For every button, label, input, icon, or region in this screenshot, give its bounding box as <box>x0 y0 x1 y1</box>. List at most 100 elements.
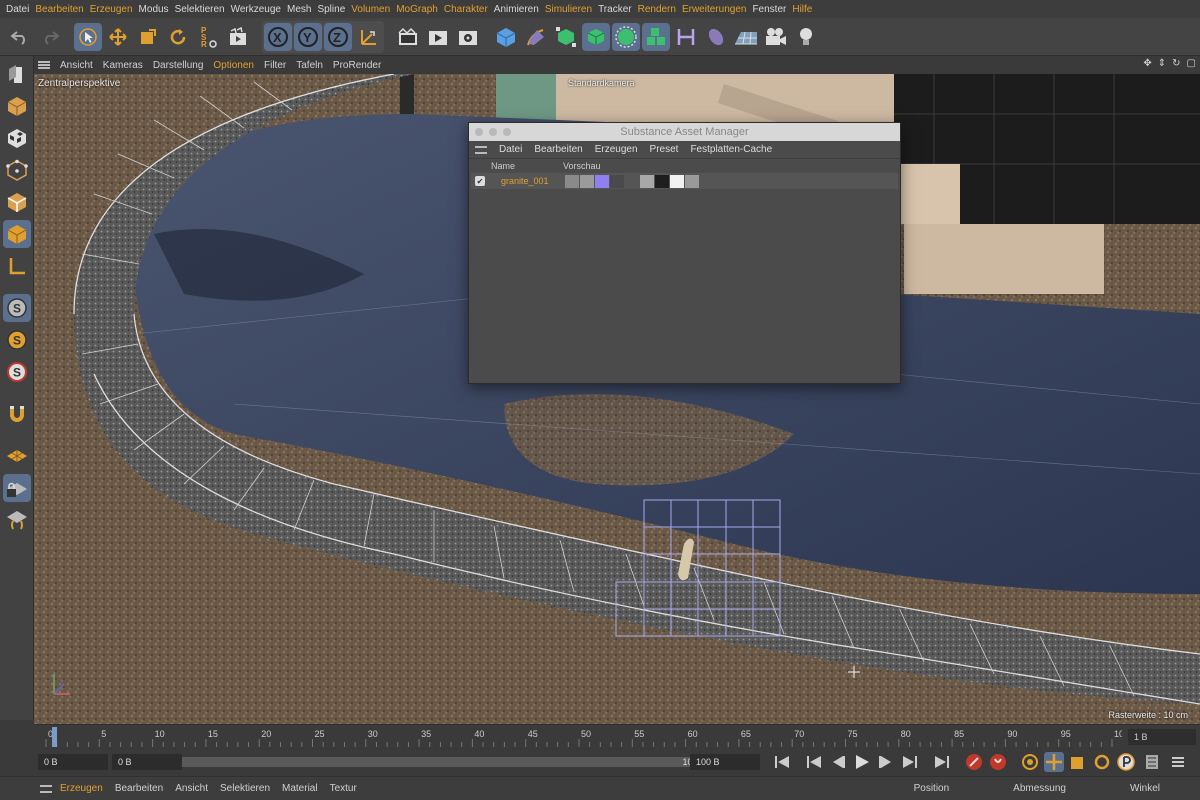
polygon-mode-icon[interactable] <box>2 220 31 248</box>
menu-mesh[interactable]: Mesh <box>287 4 317 15</box>
key-scale-icon[interactable] <box>1068 752 1088 772</box>
magnet-icon[interactable] <box>3 400 31 428</box>
quantize-icon[interactable]: S <box>3 358 31 386</box>
move-view-icon[interactable]: ⇕ <box>1158 58 1166 69</box>
preview-swatch[interactable] <box>565 174 579 188</box>
toggle-layout-icon[interactable]: ▢ <box>1187 58 1196 69</box>
undo-icon[interactable] <box>6 23 34 51</box>
preview-swatch[interactable] <box>595 174 609 188</box>
dialog-menu-erzeugen[interactable]: Erzeugen <box>595 144 638 155</box>
uv-mode-icon[interactable] <box>3 252 31 280</box>
extrude-icon[interactable] <box>582 22 610 51</box>
menu-hilfe[interactable]: Hilfe <box>792 4 818 15</box>
next-frame-icon[interactable] <box>876 752 896 772</box>
timeline-ruler[interactable]: 0 5 10 15 20 25 30 35 40 45 50 55 60 65 70 75 80 85 90 95 10… <box>42 727 1122 747</box>
menu-rendern[interactable]: Rendern <box>638 4 682 15</box>
material-menu-erzeugen[interactable]: Erzeugen <box>60 783 103 794</box>
preview-swatch[interactable] <box>610 174 624 188</box>
previous-key-icon[interactable] <box>804 752 824 772</box>
dialog-hamburger-icon[interactable] <box>475 145 487 154</box>
asset-enabled-checkbox[interactable]: ✔ <box>475 176 485 186</box>
menu-charakter[interactable]: Charakter <box>444 4 494 15</box>
material-menu-textur[interactable]: Textur <box>330 783 357 794</box>
cloner-icon[interactable] <box>612 22 640 51</box>
dialog-menu-bearbeiten[interactable]: Bearbeiten <box>534 144 582 155</box>
move-icon[interactable] <box>104 23 132 51</box>
rotate-view-icon[interactable]: ↻ <box>1172 58 1180 69</box>
menu-bearbeiten[interactable]: Bearbeiten <box>35 4 89 15</box>
dialog-menu-preset[interactable]: Preset <box>650 144 679 155</box>
recent-tools-icon[interactable] <box>224 23 252 51</box>
hamburger-menu-icon[interactable] <box>38 61 50 69</box>
material-menu-bearbeiten[interactable]: Bearbeiten <box>115 783 163 794</box>
go-to-end-icon[interactable] <box>932 752 952 772</box>
viewport-menu-tafeln[interactable]: Tafeln <box>296 60 323 71</box>
menu-selektieren[interactable]: Selektieren <box>175 4 231 15</box>
asset-name[interactable]: granite_001 <box>501 176 559 186</box>
z-axis-icon[interactable]: Z <box>324 22 352 51</box>
scale-icon[interactable] <box>134 23 162 51</box>
column-preview[interactable]: Vorschau <box>563 161 601 171</box>
menu-werkzeuge[interactable]: Werkzeuge <box>231 4 287 15</box>
material-menu-material[interactable]: Material <box>282 783 318 794</box>
asset-row[interactable]: ✔ granite_001 <box>471 173 898 189</box>
dialog-menu-datei[interactable]: Datei <box>499 144 522 155</box>
coordinates-tab-position[interactable]: Position <box>914 783 950 794</box>
close-window-icon[interactable] <box>475 128 483 136</box>
key-rotation-icon[interactable] <box>1092 752 1112 772</box>
deformer-icon[interactable] <box>672 23 700 51</box>
go-to-start-icon[interactable] <box>772 752 792 772</box>
minimize-window-icon[interactable] <box>489 128 497 136</box>
menu-simulieren[interactable]: Simulieren <box>545 4 598 15</box>
start-frame-field[interactable]: 0 B <box>38 754 108 770</box>
viewport-menu-prorender[interactable]: ProRender <box>333 60 381 71</box>
render-settings-icon[interactable] <box>454 23 482 51</box>
preview-swatch[interactable] <box>580 174 594 188</box>
texture-mode-icon[interactable] <box>3 124 31 152</box>
field-icon[interactable] <box>702 23 730 51</box>
preview-range-slider[interactable]: 0 B 100 B <box>112 754 714 770</box>
viewport-menu-filter[interactable]: Filter <box>264 60 286 71</box>
timeline[interactable]: 0 5 10 15 20 25 30 35 40 45 50 55 60 65 70 75 80 85 90 95 10… <box>34 724 1200 748</box>
preview-swatch[interactable] <box>640 174 654 188</box>
coordinate-system-icon[interactable] <box>354 23 382 51</box>
edge-mode-icon[interactable] <box>3 188 31 216</box>
object-mode-icon[interactable] <box>3 92 31 120</box>
preview-start-field[interactable]: 0 B <box>112 754 182 770</box>
maximize-window-icon[interactable] <box>503 128 511 136</box>
x-axis-icon[interactable]: X <box>264 22 292 51</box>
menu-mograph[interactable]: MoGraph <box>396 4 444 15</box>
snap-icon[interactable]: S <box>2 294 31 322</box>
model-mode-icon[interactable] <box>3 60 31 88</box>
preview-swatch[interactable] <box>625 174 639 188</box>
next-key-icon[interactable] <box>900 752 920 772</box>
dialog-menu-festplatten-cache[interactable]: Festplatten-Cache <box>690 144 772 155</box>
key-parameter-icon[interactable] <box>1116 752 1136 772</box>
menu-erzeugen[interactable]: Erzeugen <box>90 4 139 15</box>
current-frame-field[interactable]: 1 B <box>1128 729 1196 745</box>
snap-settings-icon[interactable]: S <box>3 326 31 354</box>
camera-icon[interactable] <box>762 23 790 51</box>
redo-icon[interactable] <box>36 23 64 51</box>
render-view-icon[interactable] <box>394 23 422 51</box>
preview-swatch[interactable] <box>670 174 684 188</box>
dialog-titlebar[interactable]: Substance Asset Manager <box>469 123 900 141</box>
select-cursor-icon[interactable] <box>74 22 102 51</box>
material-hamburger-icon[interactable] <box>40 785 52 793</box>
y-axis-icon[interactable]: Y <box>294 22 322 51</box>
psr-icon[interactable]: PSR <box>194 23 222 51</box>
record-keys-icon[interactable] <box>964 752 984 772</box>
menu-volumen[interactable]: Volumen <box>351 4 396 15</box>
autokey-icon[interactable] <box>988 752 1008 772</box>
play-icon[interactable] <box>852 752 872 772</box>
key-points-icon[interactable] <box>1142 752 1162 772</box>
key-position-icon[interactable] <box>1044 752 1064 772</box>
preview-swatch[interactable] <box>685 174 699 188</box>
pan-view-icon[interactable]: ✥ <box>1143 58 1151 69</box>
menu-modus[interactable]: Modus <box>139 4 175 15</box>
timeline-menu-icon[interactable] <box>1168 752 1188 772</box>
preview-swatch[interactable] <box>655 174 669 188</box>
render-picture-viewer-icon[interactable] <box>424 23 452 51</box>
menu-datei[interactable]: Datei <box>6 4 35 15</box>
menu-tracker[interactable]: Tracker <box>598 4 638 15</box>
